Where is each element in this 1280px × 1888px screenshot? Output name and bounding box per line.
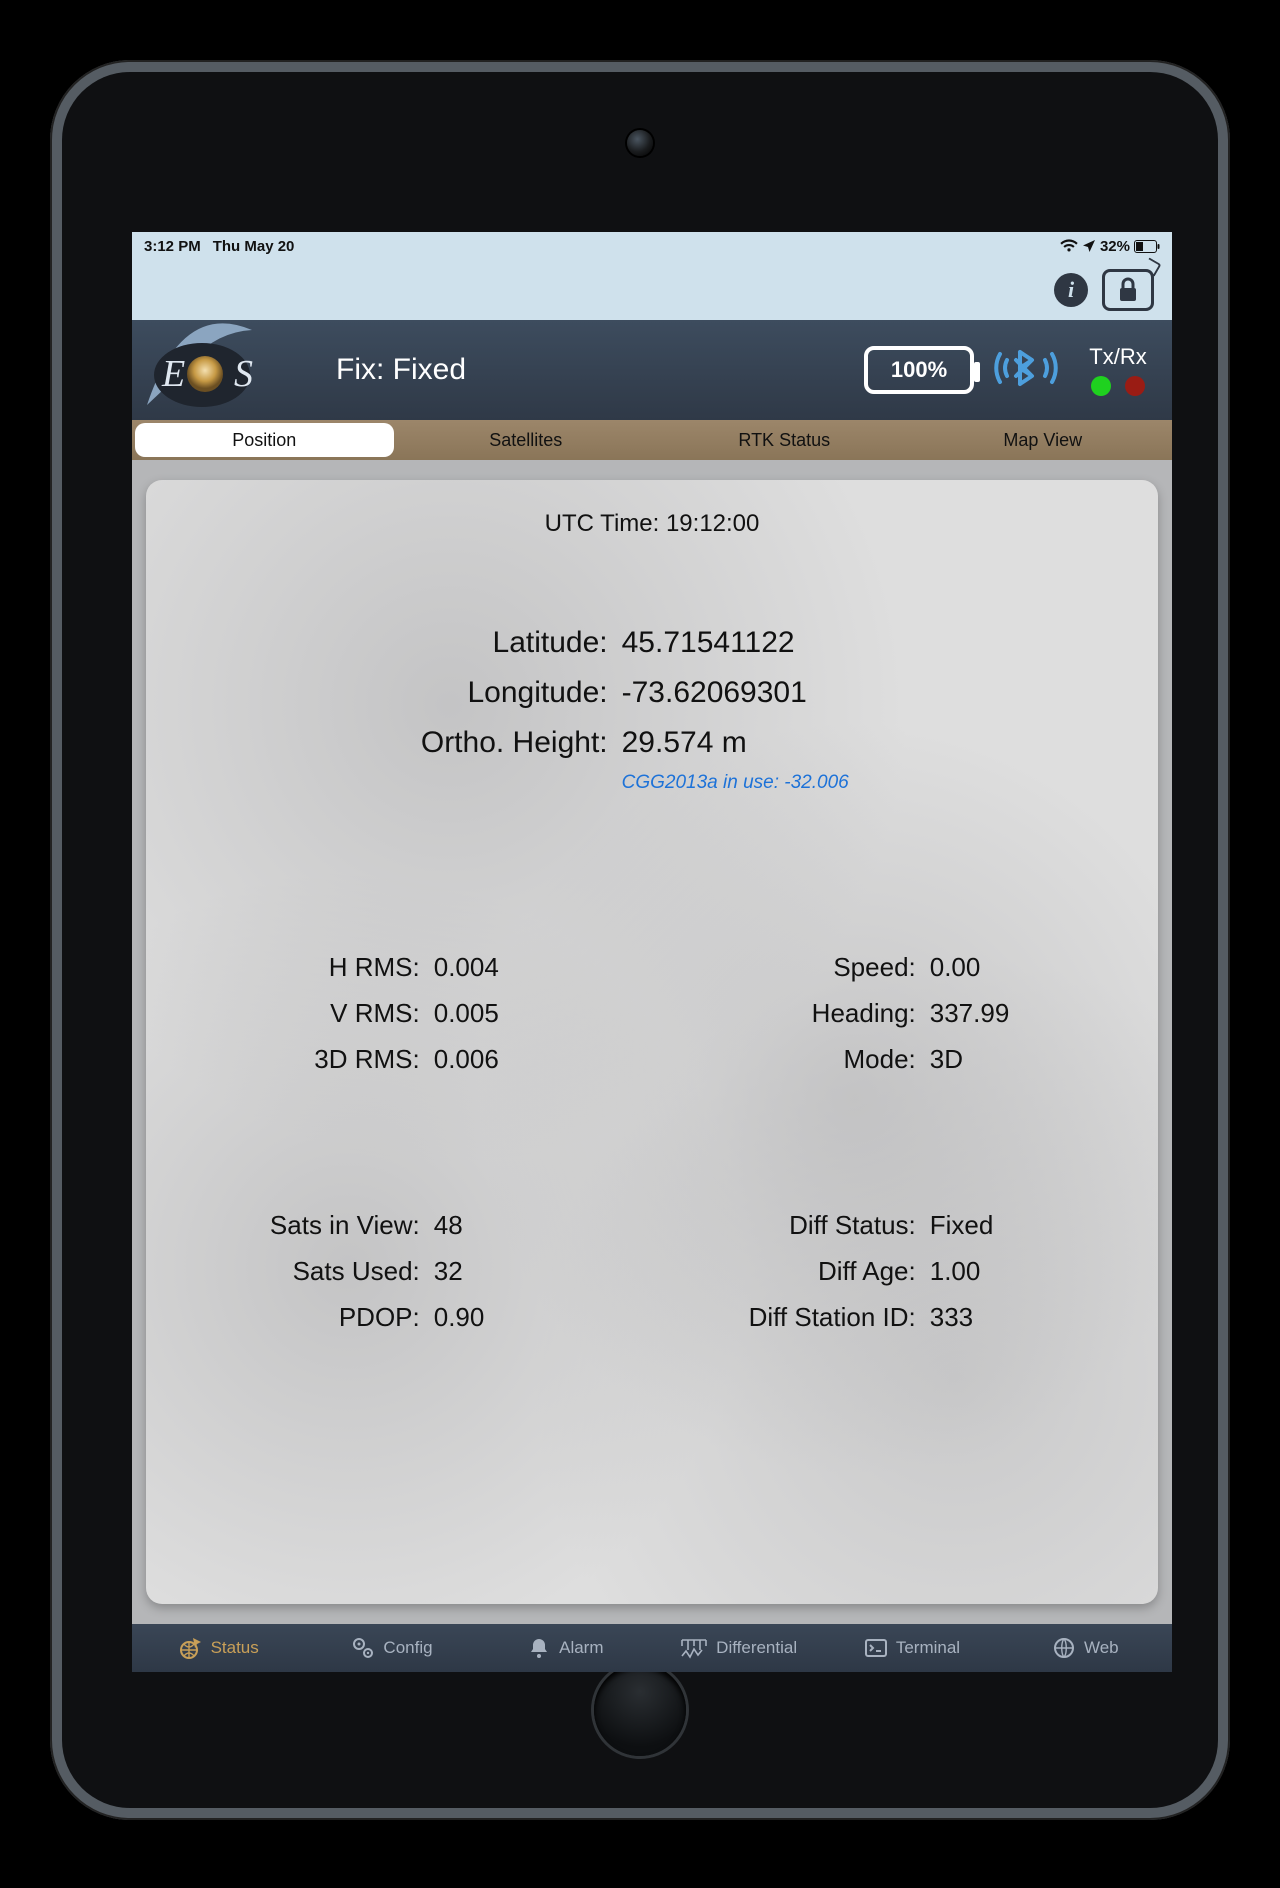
differential-icon <box>680 1636 708 1660</box>
satsview-value: 48 <box>434 1202 652 1248</box>
tab-label: Map View <box>1003 430 1082 451</box>
topbar: i <box>132 260 1172 320</box>
ortho-value: 29.574 m <box>622 718 1158 768</box>
ipad-frame: 3:12 PM Thu May 20 32% i <box>50 60 1230 1820</box>
diffstatus-label: Diff Status: <box>652 1202 930 1248</box>
tab-label: Position <box>232 430 296 451</box>
svg-text:S: S <box>234 353 253 395</box>
tab-position[interactable]: Position <box>135 423 394 457</box>
hrms-label: H RMS: <box>156 944 434 990</box>
satsused-label: Sats Used: <box>156 1248 434 1294</box>
web-icon <box>1052 1636 1076 1660</box>
ios-status-bar: 3:12 PM Thu May 20 32% <box>132 232 1172 260</box>
diffstatus-value: Fixed <box>930 1202 1148 1248</box>
pdop-label: PDOP: <box>156 1294 434 1340</box>
tab-map-view[interactable]: Map View <box>914 420 1173 460</box>
sub-tabs: Position Satellites RTK Status Map View <box>132 420 1172 460</box>
speed-label: Speed: <box>652 944 930 990</box>
nav-label: Terminal <box>896 1638 960 1658</box>
lon-label: Longitude: <box>146 668 622 718</box>
nav-status[interactable]: Status <box>132 1636 305 1660</box>
bluetooth-signal-icon <box>994 340 1058 401</box>
heading-value: 337.99 <box>930 990 1148 1036</box>
nav-label: Config <box>383 1638 432 1658</box>
app-header: E S Fix: Fixed 100% <box>132 320 1172 420</box>
orientation-lock-button[interactable] <box>1102 269 1154 311</box>
nav-label: Status <box>211 1638 259 1658</box>
rx-indicator-dot <box>1125 376 1145 396</box>
utc-time: UTC Time: 19:12:00 <box>146 510 1158 538</box>
diffage-label: Diff Age: <box>652 1248 930 1294</box>
hrms-value: 0.004 <box>434 944 652 990</box>
speed-value: 0.00 <box>930 944 1148 990</box>
ortho-label: Ortho. Height: <box>146 718 622 768</box>
content-stage: UTC Time: 19:12:00 Latitude:45.71541122 … <box>132 460 1172 1624</box>
mode-value: 3D <box>930 1036 1148 1082</box>
ipad-bezel: 3:12 PM Thu May 20 32% i <box>62 72 1218 1808</box>
diffstation-value: 333 <box>930 1294 1148 1340</box>
lat-value: 45.71541122 <box>622 618 1158 668</box>
coordinates-block: Latitude:45.71541122 Longitude:-73.62069… <box>146 618 1158 794</box>
txrx-label: Tx/Rx <box>1078 344 1158 370</box>
lock-icon <box>1117 277 1139 303</box>
globe-icon <box>179 1636 203 1660</box>
nav-differential[interactable]: Differential <box>652 1636 825 1660</box>
mode-label: Mode: <box>652 1036 930 1082</box>
position-card: UTC Time: 19:12:00 Latitude:45.71541122 … <box>146 480 1158 1604</box>
nav-label: Alarm <box>559 1638 603 1658</box>
utc-label: UTC Time: <box>545 510 660 537</box>
bottom-nav: Status Config Alarm Differential Termina… <box>132 1624 1172 1672</box>
receiver-battery-value: 100% <box>891 357 947 383</box>
receiver-battery: 100% <box>864 346 974 394</box>
bell-icon <box>527 1636 551 1660</box>
ios-time: 3:12 PM <box>144 238 201 255</box>
battery-icon <box>1134 240 1160 253</box>
satsview-label: Sats in View: <box>156 1202 434 1248</box>
nav-label: Differential <box>716 1638 797 1658</box>
diffage-value: 1.00 <box>930 1248 1148 1294</box>
tab-label: RTK Status <box>738 430 830 451</box>
vrms-label: V RMS: <box>156 990 434 1036</box>
pdop-value: 0.90 <box>434 1294 652 1340</box>
tx-indicator-dot <box>1091 376 1111 396</box>
geoid-note: CGG2013a in use: -32.006 <box>622 772 1158 794</box>
wifi-icon <box>1060 239 1078 253</box>
utc-value: 19:12:00 <box>666 510 759 537</box>
gear-icon <box>351 1636 375 1660</box>
3drms-value: 0.006 <box>434 1036 652 1082</box>
lon-value: -73.62069301 <box>622 668 1158 718</box>
metrics-row-2: Sats in View:48 Sats Used:32 PDOP:0.90 D… <box>146 1202 1158 1340</box>
tab-rtk-status[interactable]: RTK Status <box>655 420 914 460</box>
vrms-value: 0.005 <box>434 990 652 1036</box>
location-icon <box>1082 239 1096 253</box>
svg-text:E: E <box>161 353 185 395</box>
app-logo: E S <box>132 320 312 420</box>
diffstation-label: Diff Station ID: <box>652 1294 930 1340</box>
txrx-indicator: Tx/Rx <box>1078 344 1158 396</box>
tab-satellites[interactable]: Satellites <box>397 420 656 460</box>
nav-terminal[interactable]: Terminal <box>825 1636 998 1660</box>
satsused-value: 32 <box>434 1248 652 1294</box>
metrics-row-1: H RMS:0.004 V RMS:0.005 3D RMS:0.006 Spe… <box>146 944 1158 1082</box>
info-button[interactable]: i <box>1054 273 1088 307</box>
nav-web[interactable]: Web <box>999 1636 1172 1660</box>
nav-alarm[interactable]: Alarm <box>479 1636 652 1660</box>
home-button[interactable] <box>594 1664 686 1756</box>
nav-config[interactable]: Config <box>305 1636 478 1660</box>
lat-label: Latitude: <box>146 618 622 668</box>
front-camera <box>627 130 653 156</box>
nav-label: Web <box>1084 1638 1119 1658</box>
fix-status-label: Fix: Fixed <box>336 353 466 387</box>
terminal-icon <box>864 1636 888 1660</box>
ios-date: Thu May 20 <box>213 238 295 255</box>
heading-label: Heading: <box>652 990 930 1036</box>
ios-battery-percent: 32% <box>1100 238 1130 255</box>
tab-label: Satellites <box>489 430 562 451</box>
3drms-label: 3D RMS: <box>156 1036 434 1082</box>
screen: 3:12 PM Thu May 20 32% i <box>132 232 1172 1672</box>
